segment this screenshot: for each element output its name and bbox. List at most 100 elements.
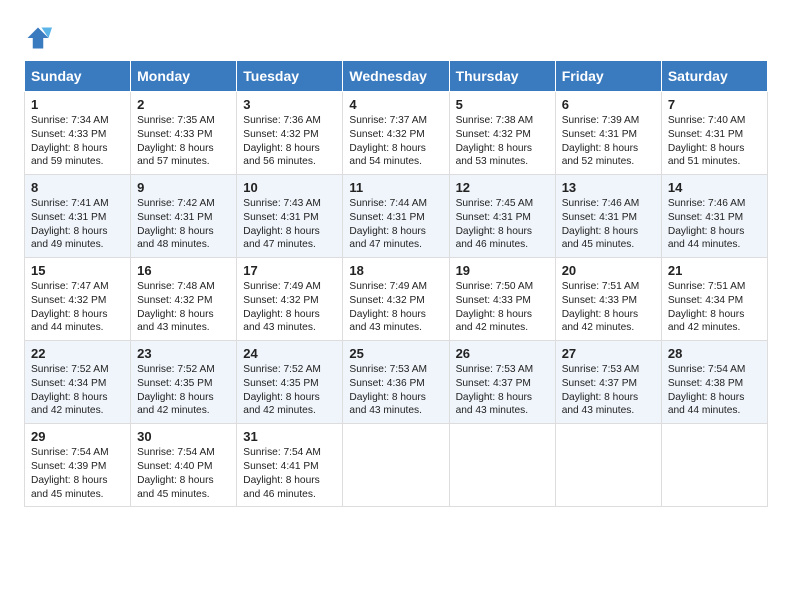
day-number: 26 (456, 346, 549, 361)
calendar-cell: 4Sunrise: 7:37 AMSunset: 4:32 PMDaylight… (343, 92, 449, 175)
day-number: 16 (137, 263, 230, 278)
cell-text: Sunrise: 7:39 AMSunset: 4:31 PMDaylight:… (562, 114, 655, 169)
calendar-cell: 2 Sunrise: 7:35 AMSunset: 4:33 PMDaylight… (131, 92, 237, 175)
calendar-cell: 15Sunrise: 7:47 AMSunset: 4:32 PMDayligh… (25, 258, 131, 341)
calendar-cell: 22 Sunrise: 7:52 AMSunset: 4:34 PMDayligh… (25, 341, 131, 424)
calendar-cell: 5Sunrise: 7:38 AMSunset: 4:32 PMDaylight… (449, 92, 555, 175)
calendar-cell: 1 Sunrise: 7:34 AMSunset: 4:33 PMDaylight… (25, 92, 131, 175)
calendar-cell: 3 Sunrise: 7:36 AMSunset: 4:32 PMDaylight… (237, 92, 343, 175)
calendar-cell (343, 424, 449, 507)
cell-text: Sunrise: 7:52 AMSunset: 4:34 PMDaylight:… (31, 363, 124, 418)
calendar-body: 1 Sunrise: 7:34 AMSunset: 4:33 PMDaylight… (25, 92, 768, 507)
weekday-header: Monday (131, 61, 237, 92)
weekday-header: Friday (555, 61, 661, 92)
calendar-cell: 24 Sunrise: 7:52 AMSunset: 4:35 PMDayligh… (237, 341, 343, 424)
cell-text: Sunrise: 7:50 AMSunset: 4:33 PMDaylight:… (456, 280, 549, 335)
calendar-week-row: 15Sunrise: 7:47 AMSunset: 4:32 PMDayligh… (25, 258, 768, 341)
calendar-week-row: 1 Sunrise: 7:34 AMSunset: 4:33 PMDaylight… (25, 92, 768, 175)
day-number: 22 (31, 346, 124, 361)
logo-icon (24, 24, 52, 52)
calendar-cell: 18 Sunrise: 7:49 AMSunset: 4:32 PMDayligh… (343, 258, 449, 341)
calendar-week-row: 29 Sunrise: 7:54 AMSunset: 4:39 PMDayligh… (25, 424, 768, 507)
cell-text: Sunrise: 7:53 AMSunset: 4:37 PMDaylight:… (456, 363, 549, 418)
cell-text: Sunrise: 7:51 AMSunset: 4:33 PMDaylight:… (562, 280, 655, 335)
calendar-week-row: 22 Sunrise: 7:52 AMSunset: 4:34 PMDayligh… (25, 341, 768, 424)
day-number: 24 (243, 346, 336, 361)
weekday-header: Sunday (25, 61, 131, 92)
weekday-header: Wednesday (343, 61, 449, 92)
day-number: 30 (137, 429, 230, 444)
calendar-cell: 21 Sunrise: 7:51 AMSunset: 4:34 PMDayligh… (661, 258, 767, 341)
calendar-cell: 20 Sunrise: 7:51 AMSunset: 4:33 PMDayligh… (555, 258, 661, 341)
calendar-cell: 27 Sunrise: 7:53 AMSunset: 4:37 PMDayligh… (555, 341, 661, 424)
calendar-cell (449, 424, 555, 507)
calendar: SundayMondayTuesdayWednesdayThursdayFrid… (24, 60, 768, 507)
cell-text: Sunrise: 7:48 AMSunset: 4:32 PMDaylight:… (137, 280, 230, 335)
header (24, 20, 768, 52)
calendar-cell: 28Sunrise: 7:54 AMSunset: 4:38 PMDayligh… (661, 341, 767, 424)
day-number: 2 (137, 97, 230, 112)
cell-text: Sunrise: 7:54 AMSunset: 4:39 PMDaylight:… (31, 446, 124, 501)
weekday-header: Saturday (661, 61, 767, 92)
cell-text: Sunrise: 7:49 AMSunset: 4:32 PMDaylight:… (243, 280, 336, 335)
cell-text: Sunrise: 7:45 AMSunset: 4:31 PMDaylight:… (456, 197, 549, 252)
day-number: 11 (349, 180, 442, 195)
calendar-cell: 23Sunrise: 7:52 AMSunset: 4:35 PMDayligh… (131, 341, 237, 424)
cell-text: Sunrise: 7:54 AMSunset: 4:41 PMDaylight:… (243, 446, 336, 501)
calendar-cell (555, 424, 661, 507)
calendar-cell: 30Sunrise: 7:54 AMSunset: 4:40 PMDayligh… (131, 424, 237, 507)
day-number: 9 (137, 180, 230, 195)
day-number: 3 (243, 97, 336, 112)
day-number: 20 (562, 263, 655, 278)
weekday-header: Tuesday (237, 61, 343, 92)
day-number: 12 (456, 180, 549, 195)
day-number: 31 (243, 429, 336, 444)
logo (24, 24, 56, 52)
cell-text: Sunrise: 7:51 AMSunset: 4:34 PMDaylight:… (668, 280, 761, 335)
calendar-week-row: 8Sunrise: 7:41 AMSunset: 4:31 PMDaylight… (25, 175, 768, 258)
day-number: 6 (562, 97, 655, 112)
calendar-cell: 8Sunrise: 7:41 AMSunset: 4:31 PMDaylight… (25, 175, 131, 258)
calendar-cell: 13 Sunrise: 7:46 AMSunset: 4:31 PMDayligh… (555, 175, 661, 258)
cell-text: Sunrise: 7:37 AMSunset: 4:32 PMDaylight:… (349, 114, 442, 169)
calendar-cell: 9Sunrise: 7:42 AMSunset: 4:31 PMDaylight… (131, 175, 237, 258)
weekday-header: Thursday (449, 61, 555, 92)
calendar-cell: 25Sunrise: 7:53 AMSunset: 4:36 PMDayligh… (343, 341, 449, 424)
cell-text: Sunrise: 7:52 AMSunset: 4:35 PMDaylight:… (243, 363, 336, 418)
cell-text: Sunrise: 7:46 AMSunset: 4:31 PMDaylight:… (562, 197, 655, 252)
cell-text: Sunrise: 7:53 AMSunset: 4:36 PMDaylight:… (349, 363, 442, 418)
day-number: 1 (31, 97, 124, 112)
calendar-cell: 29 Sunrise: 7:54 AMSunset: 4:39 PMDayligh… (25, 424, 131, 507)
cell-text: Sunrise: 7:34 AMSunset: 4:33 PMDaylight:… (31, 114, 124, 169)
cell-text: Sunrise: 7:43 AMSunset: 4:31 PMDaylight:… (243, 197, 336, 252)
cell-text: Sunrise: 7:35 AMSunset: 4:33 PMDaylight:… (137, 114, 230, 169)
cell-text: Sunrise: 7:44 AMSunset: 4:31 PMDaylight:… (349, 197, 442, 252)
calendar-cell: 26 Sunrise: 7:53 AMSunset: 4:37 PMDayligh… (449, 341, 555, 424)
calendar-cell: 31 Sunrise: 7:54 AMSunset: 4:41 PMDayligh… (237, 424, 343, 507)
calendar-cell: 11 Sunrise: 7:44 AMSunset: 4:31 PMDayligh… (343, 175, 449, 258)
weekday-row: SundayMondayTuesdayWednesdayThursdayFrid… (25, 61, 768, 92)
day-number: 13 (562, 180, 655, 195)
cell-text: Sunrise: 7:46 AMSunset: 4:31 PMDaylight:… (668, 197, 761, 252)
calendar-cell: 17 Sunrise: 7:49 AMSunset: 4:32 PMDayligh… (237, 258, 343, 341)
day-number: 18 (349, 263, 442, 278)
day-number: 21 (668, 263, 761, 278)
cell-text: Sunrise: 7:36 AMSunset: 4:32 PMDaylight:… (243, 114, 336, 169)
day-number: 7 (668, 97, 761, 112)
day-number: 10 (243, 180, 336, 195)
day-number: 5 (456, 97, 549, 112)
day-number: 29 (31, 429, 124, 444)
calendar-cell: 16 Sunrise: 7:48 AMSunset: 4:32 PMDayligh… (131, 258, 237, 341)
calendar-cell: 12 Sunrise: 7:45 AMSunset: 4:31 PMDayligh… (449, 175, 555, 258)
calendar-cell: 7 Sunrise: 7:40 AMSunset: 4:31 PMDaylight… (661, 92, 767, 175)
day-number: 15 (31, 263, 124, 278)
day-number: 23 (137, 346, 230, 361)
day-number: 17 (243, 263, 336, 278)
day-number: 27 (562, 346, 655, 361)
cell-text: Sunrise: 7:53 AMSunset: 4:37 PMDaylight:… (562, 363, 655, 418)
day-number: 19 (456, 263, 549, 278)
day-number: 28 (668, 346, 761, 361)
cell-text: Sunrise: 7:40 AMSunset: 4:31 PMDaylight:… (668, 114, 761, 169)
cell-text: Sunrise: 7:49 AMSunset: 4:32 PMDaylight:… (349, 280, 442, 335)
calendar-cell: 14Sunrise: 7:46 AMSunset: 4:31 PMDayligh… (661, 175, 767, 258)
